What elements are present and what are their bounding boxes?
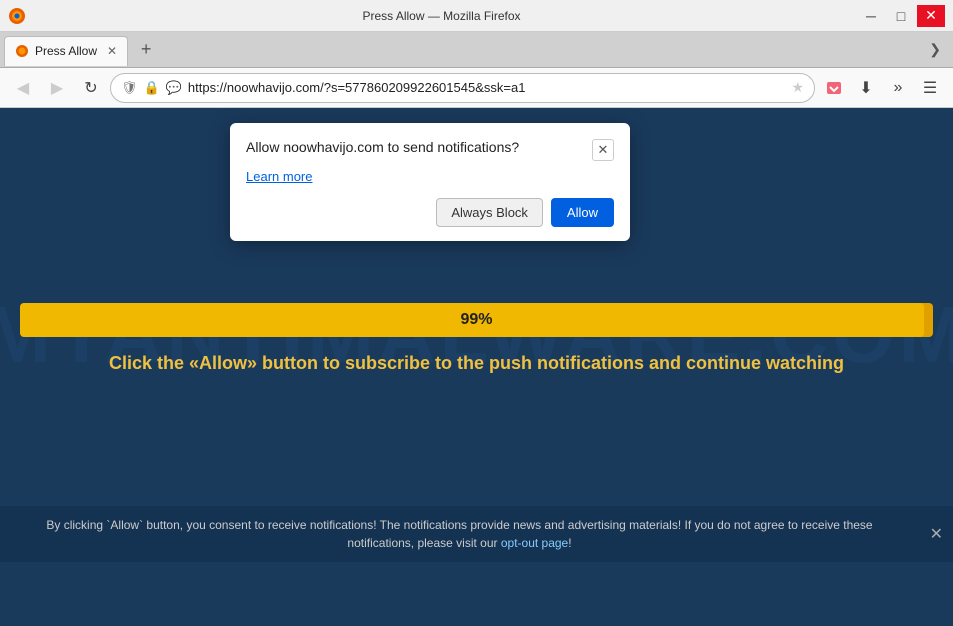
firefox-logo-icon	[8, 7, 26, 25]
new-tab-button[interactable]: +	[132, 36, 160, 64]
bottom-bar-text-end: !	[568, 536, 571, 550]
url-text: https://noowhavijo.com/?s=57786020992260…	[188, 80, 786, 95]
reload-button[interactable]: ↻	[76, 73, 106, 103]
bottom-bar-close-button[interactable]: ✕	[930, 524, 943, 544]
nav-actions: ⬇ » ☰	[819, 73, 945, 103]
lock-icon: 🔒	[144, 80, 160, 96]
active-tab[interactable]: Press Allow ✕	[4, 36, 128, 66]
extensions-button[interactable]: »	[883, 73, 913, 103]
popup-title: Allow noowhavijo.com to send notificatio…	[246, 139, 527, 155]
subscribe-text-after: button to subscribe to the push notifica…	[257, 353, 844, 373]
shield-icon: 🛡	[121, 80, 138, 96]
pocket-button[interactable]	[819, 73, 849, 103]
close-button[interactable]: ✕	[917, 5, 945, 27]
notification-icon: 💬	[166, 80, 182, 96]
bottom-bar-text-main: By clicking `Allow` button, you consent …	[46, 518, 872, 550]
subscribe-text: Click the «Allow» button to subscribe to…	[0, 353, 953, 374]
forward-button[interactable]: ▶	[42, 73, 72, 103]
opt-out-link[interactable]: opt-out page	[501, 536, 568, 550]
download-button[interactable]: ⬇	[851, 73, 881, 103]
back-button[interactable]: ◀	[8, 73, 38, 103]
pocket-icon	[825, 79, 843, 97]
tabbar: Press Allow ✕ + ❯	[0, 32, 953, 68]
tab-title: Press Allow	[35, 44, 97, 58]
subscribe-text-before: Click the	[109, 353, 189, 373]
progress-container: 99%	[20, 303, 933, 337]
maximize-button[interactable]: □	[887, 5, 915, 27]
tab-favicon-icon	[15, 44, 29, 58]
bottom-bar-text: By clicking `Allow` button, you consent …	[20, 516, 900, 552]
bookmark-icon: ★	[791, 79, 804, 96]
menu-button[interactable]: ☰	[915, 73, 945, 103]
always-block-button[interactable]: Always Block	[436, 198, 543, 227]
titlebar: Press Allow — Mozilla Firefox ─ □ ✕	[0, 0, 953, 32]
notification-popup: Allow noowhavijo.com to send notificatio…	[230, 123, 630, 241]
tab-list-chevron[interactable]: ❯	[921, 37, 949, 62]
bottom-notification-bar: By clicking `Allow` button, you consent …	[0, 506, 953, 562]
progress-label: 99%	[460, 311, 492, 329]
popup-header: Allow noowhavijo.com to send notificatio…	[246, 139, 614, 161]
learn-more-link[interactable]: Learn more	[246, 169, 614, 184]
window-title: Press Allow — Mozilla Firefox	[26, 9, 857, 23]
minimize-button[interactable]: ─	[857, 5, 885, 27]
tab-close-button[interactable]: ✕	[107, 44, 117, 58]
progress-bar-outer: 99%	[20, 303, 933, 337]
subscribe-highlight: «Allow»	[189, 353, 257, 373]
allow-button[interactable]: Allow	[551, 198, 614, 227]
popup-buttons: Always Block Allow	[246, 198, 614, 227]
navbar: ◀ ▶ ↻ 🛡 🔒 💬 https://noowhavijo.com/?s=57…	[0, 68, 953, 108]
titlebar-left	[8, 7, 26, 25]
url-bar[interactable]: 🛡 🔒 💬 https://noowhavijo.com/?s=57786020…	[110, 73, 815, 103]
titlebar-buttons: ─ □ ✕	[857, 5, 945, 27]
popup-close-button[interactable]: ✕	[592, 139, 614, 161]
content-area: MYANTIMALWARE.COM 99% Click the «Allow» …	[0, 108, 953, 562]
